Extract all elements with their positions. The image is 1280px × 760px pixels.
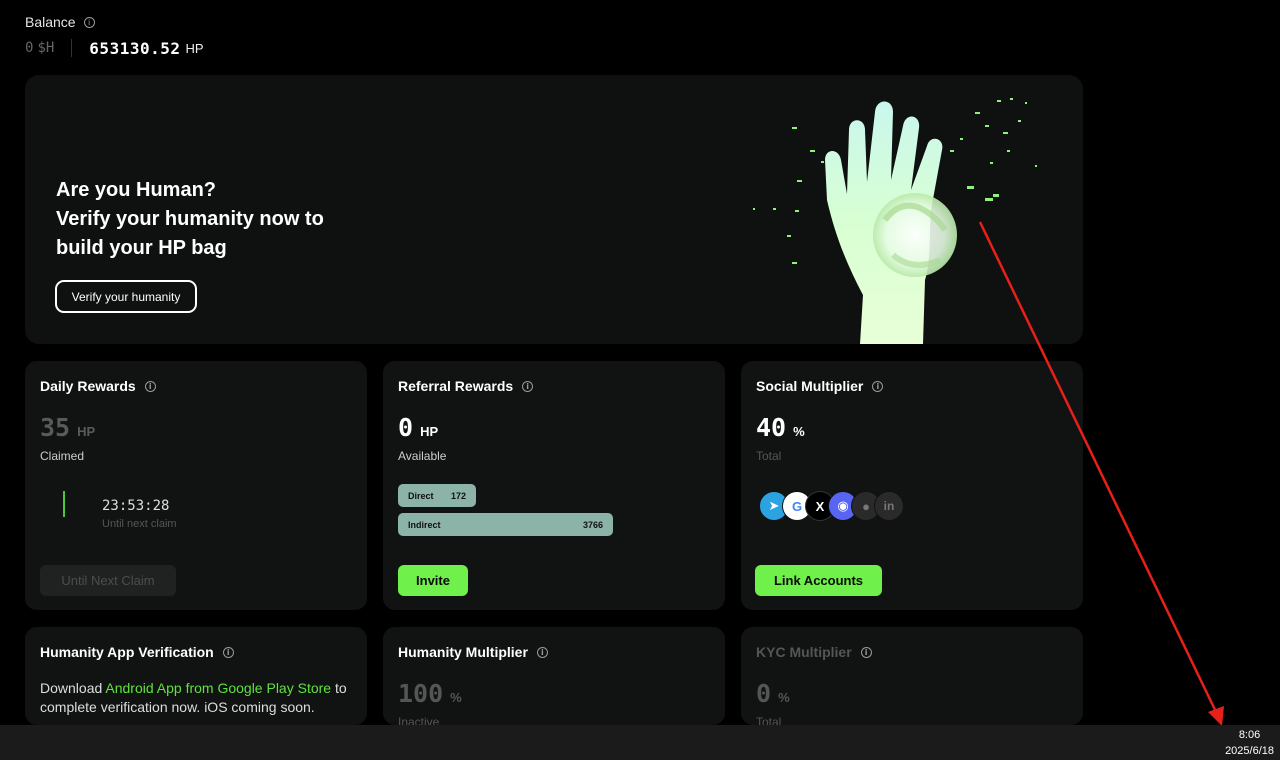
referral-rewards-unit: HP — [420, 424, 439, 439]
social-multiplier-unit: % — [793, 424, 805, 439]
balance-header: Balance i — [25, 14, 95, 30]
humanity-multiplier-title: Humanity Multiplier — [398, 644, 528, 660]
link-accounts-button[interactable]: Link Accounts — [755, 565, 882, 596]
hero-title-line-3: build your HP bag — [56, 237, 227, 259]
system-clock[interactable]: 8:06 2025/6/18 — [1225, 727, 1274, 759]
indirect-label: Indirect — [408, 519, 441, 530]
kyc-multiplier-card: KYC Multiplier i 0% Total — [741, 627, 1083, 725]
balance-row: 0 $H 653130.52 HP — [25, 38, 204, 58]
hero-title-line-2: Verify your humanity now to — [56, 208, 324, 230]
info-icon[interactable]: i — [872, 380, 884, 392]
windows-taskbar: 8:06 2025/6/18 — [0, 725, 1280, 760]
referral-rewards-amount: 0 HP — [398, 413, 438, 442]
humanity-app-verification-card: Humanity App Verification i Download And… — [25, 627, 367, 725]
kyc-multiplier-title: KYC Multiplier — [756, 644, 852, 660]
kyc-multiplier-status: Total — [756, 715, 782, 725]
verify-hero-banner: Are you Human? Verify your humanity now … — [25, 75, 1083, 344]
daily-rewards-value: 35 — [40, 413, 71, 442]
referral-rewards-status: Available — [398, 449, 447, 463]
balance-label: Balance — [25, 14, 76, 30]
verify-humanity-button[interactable]: Verify your humanity — [55, 280, 197, 313]
card-title: KYC Multiplier i — [756, 644, 872, 660]
invite-button[interactable]: Invite — [398, 565, 468, 596]
linkedin-icon[interactable]: in — [874, 491, 904, 521]
social-multiplier-title: Social Multiplier — [756, 378, 864, 394]
kyc-multiplier-unit: % — [778, 690, 790, 705]
daily-rewards-title: Daily Rewards — [40, 378, 136, 394]
humanity-multiplier-unit: % — [450, 690, 462, 705]
info-icon[interactable]: i — [536, 646, 548, 658]
timer-indicator — [63, 491, 65, 517]
hero-title: Are you Human? Verify your humanity now … — [56, 176, 324, 263]
sh-balance-unit: $H — [37, 40, 55, 56]
sh-balance-value: 0 — [25, 40, 34, 56]
social-multiplier-value: 40 — [756, 413, 787, 442]
app-verification-text: Download Android App from Google Play St… — [40, 679, 360, 717]
claim-button-disabled[interactable]: Until Next Claim — [40, 565, 176, 596]
social-multiplier-card: Social Multiplier i 40% Total ➤ G X ◉ ● … — [741, 361, 1083, 610]
indirect-referrals-bar: Indirect 3766 — [398, 513, 613, 536]
info-icon[interactable]: i — [522, 380, 534, 392]
card-title: Social Multiplier i — [756, 378, 884, 394]
social-accounts-row: ➤ G X ◉ ● in — [759, 491, 904, 521]
info-icon[interactable]: i — [222, 646, 234, 658]
direct-label: Direct — [408, 490, 434, 501]
card-title: Humanity App Verification i — [40, 644, 234, 660]
social-multiplier-amount: 40% — [756, 413, 805, 442]
referral-rewards-title: Referral Rewards — [398, 378, 514, 394]
google-play-link[interactable]: Android App from Google Play Store — [105, 680, 331, 696]
referral-rewards-card: Referral Rewards i 0 HP Available Direct … — [383, 361, 725, 610]
daily-rewards-amount: 35 HP — [40, 413, 95, 442]
daily-rewards-card: Daily Rewards i 35 HP Claimed 23:53:28 Un… — [25, 361, 367, 610]
hero-title-line-1: Are you Human? — [56, 179, 217, 201]
direct-value: 172 — [450, 490, 466, 501]
info-icon[interactable]: i — [860, 646, 872, 658]
card-title: Referral Rewards i — [398, 378, 534, 394]
sh-balance: 0 $H — [25, 40, 54, 56]
glowing-hand-illustration — [753, 98, 1037, 344]
app-text-prefix: Download — [40, 680, 106, 696]
claim-countdown: 23:53:28 — [102, 498, 170, 514]
clock-time: 8:06 — [1238, 729, 1261, 741]
info-icon[interactable]: i — [83, 16, 95, 28]
app-verification-title: Humanity App Verification — [40, 644, 214, 660]
balance-divider — [71, 39, 73, 57]
direct-referrals-bar: Direct 172 — [398, 484, 476, 507]
daily-rewards-status: Claimed — [40, 449, 85, 463]
humanity-multiplier-card: Humanity Multiplier i 100% Inactive — [383, 627, 725, 725]
humanity-multiplier-amount: 100% — [398, 679, 462, 708]
daily-rewards-unit: HP — [77, 424, 96, 439]
hp-balance-unit: HP — [185, 40, 204, 56]
card-title: Humanity Multiplier i — [398, 644, 548, 660]
humanity-multiplier-value: 100 — [398, 679, 444, 708]
info-icon[interactable]: i — [144, 380, 156, 392]
humanity-multiplier-status: Inactive — [398, 715, 440, 725]
kyc-multiplier-amount: 0% — [756, 679, 790, 708]
indirect-value: 3766 — [582, 519, 603, 530]
countdown-label: Until next claim — [102, 518, 177, 530]
kyc-multiplier-value: 0 — [756, 679, 772, 708]
referral-rewards-value: 0 — [398, 413, 414, 442]
card-title: Daily Rewards i — [40, 378, 156, 394]
hp-balance-value: 653130.52 — [89, 38, 181, 58]
clock-date: 2025/6/18 — [1225, 745, 1274, 757]
social-multiplier-status: Total — [756, 449, 782, 463]
